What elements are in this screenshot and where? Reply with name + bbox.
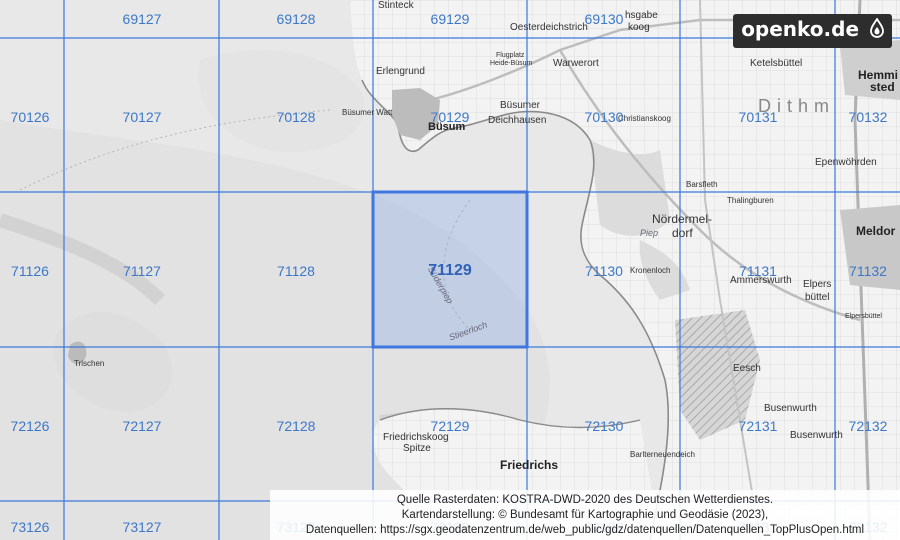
place-kronenloch: Kronenloch [630,266,671,275]
place-epenwoehrden: Epenwöhrden [815,157,877,168]
grid-cell-label[interactable]: 72129 [431,418,470,434]
place-busenwurth-b: Busenwurth [790,430,843,441]
grid-cell-label[interactable]: 69129 [431,11,470,27]
place-elpersbuettel-a: Elpers [803,279,832,290]
attribution-line: Kartendarstellung: © Bundesamt für Karto… [401,509,769,521]
grid-cell-label-selected[interactable]: 71129 [428,262,472,280]
grid-cell-label[interactable]: 71126 [11,263,49,279]
place-nordermeldorf-a: Nördermel- [652,212,713,226]
place-barsfleth: Barsfleth [686,180,718,189]
place-elpersbuettel-b: büttel [805,292,830,303]
place-buesumer-watt: Büsumer Watt [342,108,393,117]
place-eesch: Eesch [733,363,761,374]
grid-cell-label[interactable]: 70130 [585,109,624,125]
place-nordermeldorf-b: dorf [672,226,693,240]
grid-cell-label[interactable]: 71127 [123,263,161,279]
attribution-line: Quelle Rasterdaten: KOSTRA-DWD-2020 des … [396,494,774,506]
grid-cell-label[interactable]: 73126 [11,519,50,535]
grid-cell-label[interactable]: 70126 [11,109,50,125]
logo-text: openko.de [741,17,860,41]
place-deichhausen: Deichhausen [488,115,547,126]
map-view[interactable]: Stinteck Oesterdeichstrich hsgabe koog F… [0,0,900,540]
place-hedwigenkoog-a: hsgabe [625,10,658,21]
place-warwerort: Warwerort [553,58,599,69]
place-christianskoog: Christianskoog [618,114,671,123]
place-flugplatz-a: Flugplatz [496,52,525,59]
grid-cell-label[interactable]: 72132 [849,418,888,434]
grid-cell-label[interactable]: 72130 [585,418,624,434]
grid-cell-label[interactable]: 71131 [739,263,777,279]
grid-cell-label[interactable]: 72128 [277,418,316,434]
place-hedwigenkoog-b: koog [628,22,650,33]
attribution-box: Quelle Rasterdaten: KOSTRA-DWD-2020 des … [270,490,900,540]
flame-drop-icon [870,17,884,43]
place-oesterdeichstrich: Oesterdeichstrich [510,22,588,33]
place-erlengrund: Erlengrund [376,66,425,77]
place-stinteck: Stinteck [378,0,414,11]
place-elpersbuettel-c: Elpersbüttel [845,313,882,320]
place-flugplatz-b: Heide-Büsum [490,60,533,67]
place-trischen: Trischen [74,359,105,368]
grid-cell-label[interactable]: 69128 [277,11,316,27]
grid-cell-label[interactable]: 71130 [585,263,623,279]
place-friedrichskoog-b: Spitze [403,443,431,454]
place-ketelsbuettel: Ketelsbüttel [750,58,803,69]
grid-cell-label[interactable]: 71132 [849,263,887,279]
grid-cell-label[interactable]: 69127 [123,11,162,27]
grid-cell-label[interactable]: 72131 [739,418,778,434]
place-friedrichs: Friedrichs [500,458,559,472]
attribution-link[interactable]: Datenquellen: https://sgx.geodatenzentru… [274,523,896,538]
openko-logo[interactable]: openko.de [733,14,892,48]
place-thalingburen: Thalingburen [727,196,774,205]
grid-cell-label[interactable]: 71128 [277,263,315,279]
grid-cell-label[interactable]: 72127 [123,418,162,434]
water-piep: Piep [640,228,659,238]
grid-cell-label[interactable]: 73127 [123,519,162,535]
grid-cell-label[interactable]: 72126 [11,418,50,434]
grid-cell-label[interactable]: 70127 [123,109,162,125]
place-hemmingstedt-b: sted [870,80,895,94]
grid-cell-label[interactable]: 69130 [585,11,624,27]
place-meldorf: Meldor [856,224,896,238]
place-busenwurth-a: Busenwurth [764,403,817,414]
grid-cell-label[interactable]: 70128 [277,109,316,125]
grid-cell-label[interactable]: 70131 [739,109,778,125]
grid-cell-label[interactable]: 70129 [431,109,470,125]
grid-cell-label[interactable]: 70132 [849,109,888,125]
place-buesumer-a: Büsumer [500,100,541,111]
place-barlterneuendeich: Barlterneuendeich [630,450,695,459]
